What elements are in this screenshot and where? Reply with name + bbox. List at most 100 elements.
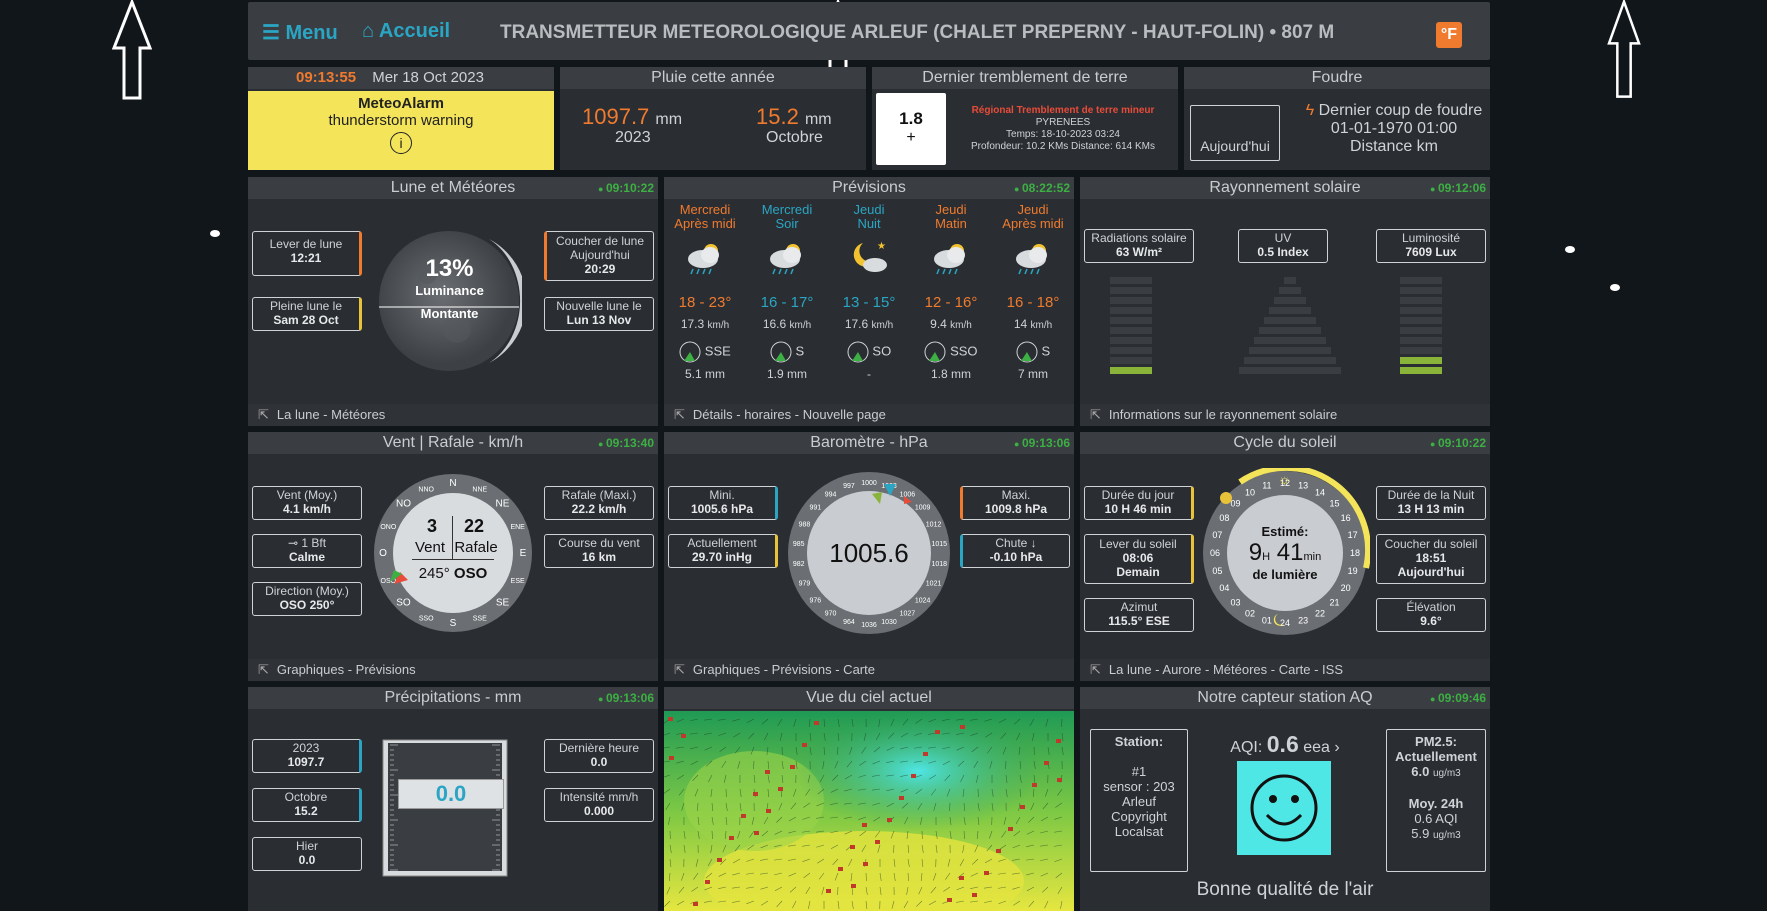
hour-label: 01	[1262, 616, 1272, 626]
rain-cloud-icon	[1016, 244, 1047, 275]
info-icon[interactable]: i	[390, 132, 412, 154]
uv-bar-segment	[1244, 357, 1336, 364]
full-moon-box: Pleine lune le Sam 28 Oct	[252, 297, 362, 331]
earthquake-panel[interactable]: Dernier tremblement de terre 1.8 + Régio…	[872, 67, 1178, 170]
crosshair-icon: +	[906, 129, 916, 146]
barometer-panel: Baromètre - hPa 09:13:06 Mini.1005.6 hPa…	[664, 432, 1074, 681]
lightning-date: 01-01-1970 01:00	[1330, 120, 1458, 137]
meteoalarm-panel[interactable]: MeteoAlarm thunderstorm warning i	[248, 91, 554, 170]
baro-current-box: Actuellement 29.70 inHg	[668, 534, 778, 568]
quake-depth: Profondeur: 10.2 KMs Distance: 614 KMs	[971, 141, 1155, 152]
unit-toggle-button[interactable]: °F	[1436, 22, 1462, 48]
uv-bar-segment	[1264, 317, 1316, 324]
external-link-icon: ⇱	[674, 407, 685, 422]
nightlength-box: Durée de la Nuit 13 H 13 min	[1376, 486, 1486, 520]
alarm-title: MeteoAlarm	[358, 95, 444, 112]
weather-map-image[interactable]	[664, 711, 1074, 911]
menu-label: Menu	[285, 22, 338, 44]
baro-tick-label: 1036	[861, 622, 877, 629]
home-label: Accueil	[378, 20, 451, 42]
lightning-icon: ϟ	[1305, 102, 1315, 119]
sun-footer-link[interactable]: ⇱ La lune - Aurore - Météores - Carte - I…	[1080, 659, 1490, 681]
lightning-panel: Foudre Aujourd'hui ϟ Dernier coup de fou…	[1184, 67, 1490, 170]
solar-bar-segment	[1400, 317, 1442, 324]
baro-tick-label: 988	[799, 522, 811, 529]
solar-bar-segment	[1400, 297, 1442, 304]
svg-text:★: ★	[877, 241, 886, 252]
forecast-temp: 16 - 17°	[760, 294, 814, 311]
rain-cloud-icon	[934, 244, 965, 275]
baro-footer-link[interactable]: ⇱ Graphiques - Prévisions - Carte	[664, 659, 1074, 681]
magnitude-badge: 1.8 +	[876, 93, 946, 165]
hour-label: 02	[1245, 609, 1255, 619]
moon-panel: Lune et Météores 09:10:22 Lever de lune1…	[248, 177, 658, 426]
moon-footer-link[interactable]: ⇱ La lune - Météores	[248, 404, 658, 426]
menu-button[interactable]: ☰ Menu	[262, 20, 338, 45]
baro-tick-label: 1021	[926, 580, 942, 587]
panel-title: Précipitations - mm	[248, 687, 658, 709]
lightning-distance: Distance km	[1349, 138, 1439, 155]
forecast-wind-direction: SO	[828, 341, 910, 363]
radiation-box: Radiations solaire 63 W/m²	[1084, 229, 1194, 263]
wind-footer-link[interactable]: ⇱ Graphiques - Prévisions	[248, 659, 658, 681]
hour-label: 21	[1329, 597, 1339, 607]
luminosity-box: Luminosité 7609 Lux	[1376, 229, 1486, 263]
wind-avg-box: Vent (Moy.) 4.1 km/h	[252, 486, 362, 520]
solar-footer-link[interactable]: ⇱ Informations sur le rayonnement solaire	[1080, 404, 1490, 426]
forecast-column: Jeudi Matin 12 - 16° 9.4 km/h SSO 1.8 mm	[910, 203, 992, 382]
wind-heading: 245° OSO	[418, 565, 488, 582]
uv-bar-segment	[1254, 337, 1326, 344]
solar-bar-segment	[1400, 287, 1442, 294]
forecast-wind-direction: S	[746, 341, 828, 363]
update-time: 08:22:52	[1014, 181, 1070, 195]
baro-tick-label: 1030	[881, 619, 897, 626]
forecast-wind: 16.6 km/h	[762, 317, 812, 331]
baro-max-box: Maxi. 1009.8 hPa	[960, 486, 1070, 520]
solar-bar-segment	[1110, 337, 1152, 344]
up-arrow-icon	[1607, 0, 1641, 98]
update-time: 09:13:06	[1014, 436, 1070, 450]
home-button[interactable]: ⌂ Accueil	[362, 20, 450, 43]
forecast-temp: 18 - 23°	[678, 294, 732, 311]
moon-cloud-icon: ★	[853, 241, 887, 272]
forecast-panel: Prévisions 08:22:52 MercrediAprès midi 18…	[664, 177, 1074, 426]
panel-title: Foudre	[1184, 67, 1490, 89]
quake-time: Temps: 18-10-2023 03:24	[1006, 129, 1120, 140]
hour-label: 08	[1219, 513, 1229, 523]
panel-title: Pluie cette année	[560, 67, 866, 89]
clock-date: Mer 18 Oct 2023	[372, 69, 484, 86]
hour-label: 11	[1262, 480, 1271, 490]
air-quality-panel: Notre capteur station AQ 09:09:46 Statio…	[1080, 687, 1490, 911]
uv-bar-segment	[1284, 277, 1296, 284]
forecast-wind: 14 km/h	[1013, 317, 1053, 331]
forecast-footer-link[interactable]: ⇱ Détails - horaires - Nouvelle page	[664, 404, 1074, 426]
wind-speed-value: 3	[426, 516, 437, 536]
panel-title: Rayonnement solaire	[1080, 177, 1490, 199]
sky-view-panel: Vue du ciel actuel	[664, 687, 1074, 911]
hour-label: 14	[1315, 487, 1325, 497]
baro-tick-label: 994	[825, 491, 837, 498]
external-link-icon: ⇱	[258, 407, 269, 422]
baro-tick-label: 1000	[861, 480, 877, 487]
uv-bar-segment	[1259, 327, 1321, 334]
elevation-box: Élévation 9.6°	[1376, 598, 1486, 632]
daylength-box: Durée du jour 10 H 46 min	[1084, 486, 1194, 520]
smiley-face-icon	[1237, 761, 1331, 855]
external-link-icon: ⇱	[258, 662, 269, 677]
panel-title: Notre capteur station AQ	[1080, 687, 1490, 709]
forecast-wind: 17.3 km/h	[680, 317, 730, 331]
baro-tick-label: 1027	[900, 611, 916, 618]
solar-bar-segment	[1110, 307, 1152, 314]
rain-cloud-icon	[770, 244, 801, 275]
sunrise-box: Lever du soleil 08:06 Demain	[1084, 534, 1194, 584]
precip-month-box: Octobre 15.2	[252, 788, 362, 822]
solar-bar-segment	[1400, 327, 1442, 334]
hour-label: 24	[1280, 618, 1290, 628]
solar-bars-graphic	[1110, 277, 1442, 374]
up-arrow-icon	[112, 0, 152, 100]
update-time: 09:13:06	[598, 691, 654, 705]
solar-bar-segment	[1110, 317, 1152, 324]
baro-tick-label: 964	[843, 619, 855, 626]
baro-tick-label: 991	[809, 505, 821, 512]
sun-cycle-panel: Cycle du soleil 09:10:22 Durée du jour10…	[1080, 432, 1490, 681]
